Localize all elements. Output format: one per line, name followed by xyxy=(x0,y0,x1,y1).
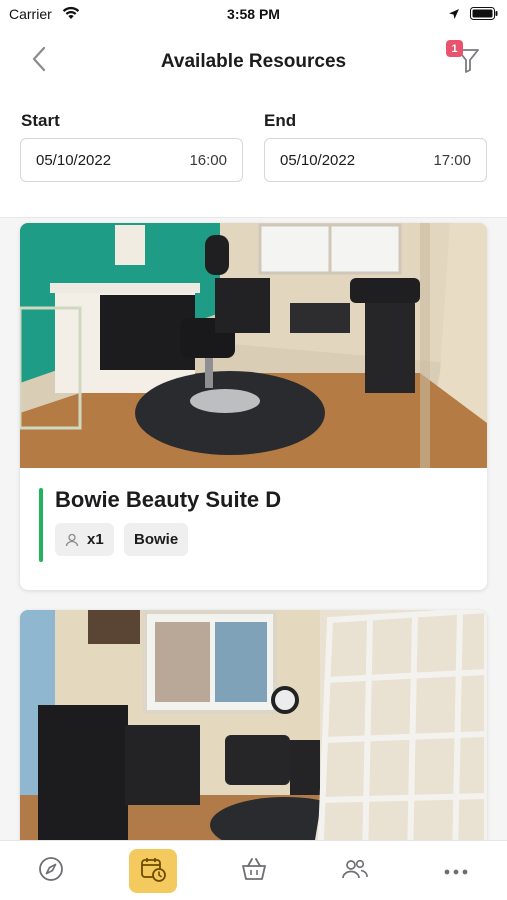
status-bar: Carrier 3:58 PM xyxy=(0,0,507,28)
tab-people[interactable] xyxy=(331,849,379,893)
start-datetime-field[interactable]: 05/10/2022 16:00 xyxy=(20,138,243,182)
tab-explore[interactable] xyxy=(27,849,75,893)
start-date: 05/10/2022 xyxy=(36,151,112,169)
more-icon xyxy=(444,862,468,880)
resource-list[interactable]: Bowie Beauty Suite D x1 Bowie xyxy=(0,219,507,840)
tab-more[interactable] xyxy=(432,849,480,893)
end-date: 05/10/2022 xyxy=(280,151,356,169)
battery-icon xyxy=(470,7,498,25)
start-time: 16:00 xyxy=(189,151,227,169)
compass-icon xyxy=(38,856,64,887)
tab-shop[interactable] xyxy=(230,849,278,893)
basket-icon xyxy=(240,856,268,887)
filter-button[interactable]: 1 xyxy=(446,40,486,80)
calendar-clock-icon xyxy=(139,855,167,888)
resource-card[interactable]: Bowie Beauty Suite D x1 Bowie xyxy=(20,223,487,590)
people-icon xyxy=(341,857,369,886)
resource-name: Bowie Beauty Suite D xyxy=(55,487,282,512)
resource-photo xyxy=(20,223,487,468)
filter-count-badge: 1 xyxy=(446,40,463,57)
availability-accent-bar xyxy=(39,488,43,562)
capacity-value: x1 xyxy=(87,531,104,548)
end-label: End xyxy=(264,111,297,130)
location-chip: Bowie xyxy=(124,523,189,556)
resource-photo xyxy=(20,610,487,840)
tab-bookings[interactable] xyxy=(129,849,177,893)
resource-card[interactable] xyxy=(20,610,487,840)
start-label: Start xyxy=(21,111,60,130)
header: Available Resources 1 Start End 05/10/20… xyxy=(0,28,507,218)
tab-bar xyxy=(0,840,507,900)
end-datetime-field[interactable]: 05/10/2022 17:00 xyxy=(264,138,487,182)
end-time: 17:00 xyxy=(433,151,471,169)
page-title: Available Resources xyxy=(160,51,347,72)
clock: 3:58 PM xyxy=(227,6,280,22)
location-arrow-icon xyxy=(448,7,460,25)
capacity-chip: x1 xyxy=(55,523,114,556)
location-value: Bowie xyxy=(134,531,179,548)
resource-info: Bowie Beauty Suite D x1 Bowie xyxy=(20,468,487,590)
person-icon xyxy=(65,533,79,547)
